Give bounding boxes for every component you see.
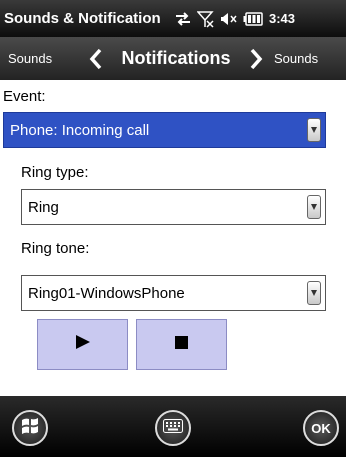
ring-tone-label: Ring tone:: [21, 240, 90, 257]
chevron-right-icon[interactable]: [244, 44, 268, 74]
tab-navigation: Sounds Notifications Sounds: [0, 37, 346, 80]
tab-next-sounds[interactable]: Sounds: [268, 51, 318, 66]
sync-arrows-icon[interactable]: [174, 11, 192, 27]
event-dropdown[interactable]: Phone: Incoming call: [3, 112, 326, 148]
chevron-down-icon[interactable]: [307, 281, 321, 305]
keyboard-icon: [163, 418, 183, 438]
ring-tone-value: Ring01-WindowsPhone: [28, 284, 185, 302]
chevron-left-icon[interactable]: [84, 44, 108, 74]
battery-icon[interactable]: [243, 11, 263, 26]
speaker-icon[interactable]: [220, 11, 238, 27]
play-button[interactable]: [37, 319, 128, 370]
chevron-down-icon[interactable]: [307, 195, 321, 219]
stop-button[interactable]: [136, 319, 227, 370]
windows-start-icon: [20, 416, 40, 441]
keyboard-button[interactable]: [155, 410, 191, 446]
event-value: Phone: Incoming call: [10, 121, 150, 139]
ring-type-label: Ring type:: [21, 164, 89, 181]
status-icons: [174, 10, 263, 28]
softkey-bar: OK: [0, 396, 346, 457]
chevron-down-icon[interactable]: [307, 118, 321, 142]
notifications-form: Event: Phone: Incoming call Ring type: R…: [0, 80, 346, 396]
window-title: Sounds & Notification: [4, 10, 161, 27]
tab-notifications[interactable]: Notifications: [108, 48, 244, 69]
ring-type-value: Ring: [28, 198, 59, 216]
ok-button[interactable]: OK: [303, 410, 339, 446]
ok-label: OK: [311, 420, 331, 436]
title-bar: Sounds & Notification 3:43: [0, 0, 346, 37]
ring-type-dropdown[interactable]: Ring: [21, 189, 326, 225]
clock[interactable]: 3:43: [269, 11, 295, 26]
tab-prev-sounds[interactable]: Sounds: [0, 51, 84, 66]
stop-icon: [175, 335, 188, 354]
ring-tone-dropdown[interactable]: Ring01-WindowsPhone: [21, 275, 326, 311]
event-label: Event:: [3, 88, 46, 105]
start-button[interactable]: [12, 410, 48, 446]
play-icon: [75, 335, 91, 354]
no-signal-icon[interactable]: [197, 10, 215, 28]
